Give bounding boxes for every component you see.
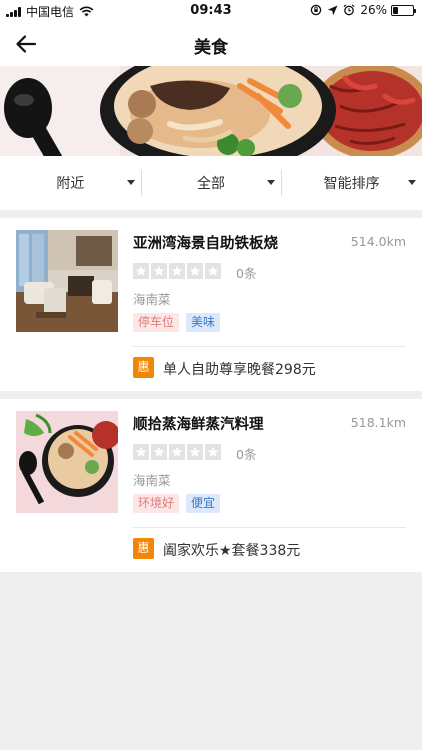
- restaurant-card[interactable]: 顺拾蒸海鲜蒸汽料理 518.1km 0条 海南菜 环境好 便宜 惠 阖家欢乐★套…: [0, 399, 422, 572]
- filter-category[interactable]: 全部: [140, 156, 282, 210]
- filter-nearby[interactable]: 附近: [0, 156, 141, 210]
- back-button[interactable]: [14, 30, 46, 58]
- star-icon: [151, 444, 167, 460]
- feature-tag: 便宜: [186, 494, 221, 513]
- promo-row[interactable]: 惠 阖家欢乐★套餐338元: [0, 528, 422, 572]
- feature-tag: 停车位: [133, 313, 180, 332]
- restaurant-list: 亚洲湾海景自助铁板烧 514.0km 0条 海南菜 停车位 美味 惠 单人自助尊…: [0, 218, 422, 572]
- feature-tag: 美味: [186, 313, 221, 332]
- star-icon: [205, 444, 221, 460]
- caret-down-icon: [126, 180, 135, 185]
- filter-bar: 附近 全部 智能排序: [0, 156, 422, 210]
- rating-stars: [133, 444, 223, 460]
- star-icon: [133, 444, 149, 460]
- rating-stars: [133, 263, 223, 279]
- tag-list: 停车位 美味: [133, 313, 227, 332]
- star-icon: [169, 263, 185, 279]
- location-arrow-icon: [328, 5, 338, 15]
- restaurant-name: 亚洲湾海景自助铁板烧: [133, 236, 278, 252]
- promo-text: 阖家欢乐★套餐338元: [163, 543, 301, 559]
- review-count: 0条: [236, 447, 257, 462]
- restaurant-photo: [16, 230, 118, 332]
- filter-label: 智能排序: [323, 176, 380, 192]
- battery-icon: [391, 4, 416, 16]
- star-icon: [133, 263, 149, 279]
- alarm-icon: [343, 4, 355, 16]
- star-icon: [151, 263, 167, 279]
- restaurant-photo: [16, 411, 118, 513]
- battery-fill: [393, 6, 398, 14]
- star-icon: [169, 444, 185, 460]
- caret-down-icon: [408, 180, 417, 185]
- tag-list: 环境好 便宜: [133, 494, 227, 513]
- filter-label: 附近: [56, 176, 85, 192]
- battery-percent: 26%: [360, 3, 387, 17]
- feature-tag: 环境好: [133, 494, 180, 513]
- filter-sort[interactable]: 智能排序: [281, 156, 422, 210]
- cuisine-label: 海南菜: [133, 292, 171, 307]
- star-icon: [187, 263, 203, 279]
- restaurant-name: 顺拾蒸海鲜蒸汽料理: [133, 417, 264, 433]
- caret-down-icon: [267, 180, 276, 185]
- discount-badge-icon: 惠: [133, 357, 154, 378]
- nav-bar: 美食: [0, 22, 422, 66]
- star-icon: [187, 444, 203, 460]
- filter-label: 全部: [197, 176, 225, 192]
- cuisine-label: 海南菜: [133, 473, 171, 488]
- arrow-left-icon: [16, 35, 37, 53]
- status-right: 26%: [310, 3, 416, 17]
- banner-image: [0, 66, 422, 156]
- restaurant-card[interactable]: 亚洲湾海景自助铁板烧 514.0km 0条 海南菜 停车位 美味 惠 单人自助尊…: [0, 218, 422, 391]
- star-icon: [205, 263, 221, 279]
- review-count: 0条: [236, 266, 257, 281]
- restaurant-distance: 514.0km: [350, 234, 406, 249]
- page-title: 美食: [194, 38, 228, 58]
- restaurant-distance: 518.1km: [350, 415, 406, 430]
- promo-row[interactable]: 惠 单人自助尊享晚餐298元: [0, 347, 422, 391]
- rotation-lock-icon: [311, 4, 322, 16]
- status-bar: 中国电信 09:43 26%: [0, 0, 422, 22]
- discount-badge-icon: 惠: [133, 538, 154, 559]
- promo-text: 单人自助尊享晚餐298元: [163, 362, 316, 378]
